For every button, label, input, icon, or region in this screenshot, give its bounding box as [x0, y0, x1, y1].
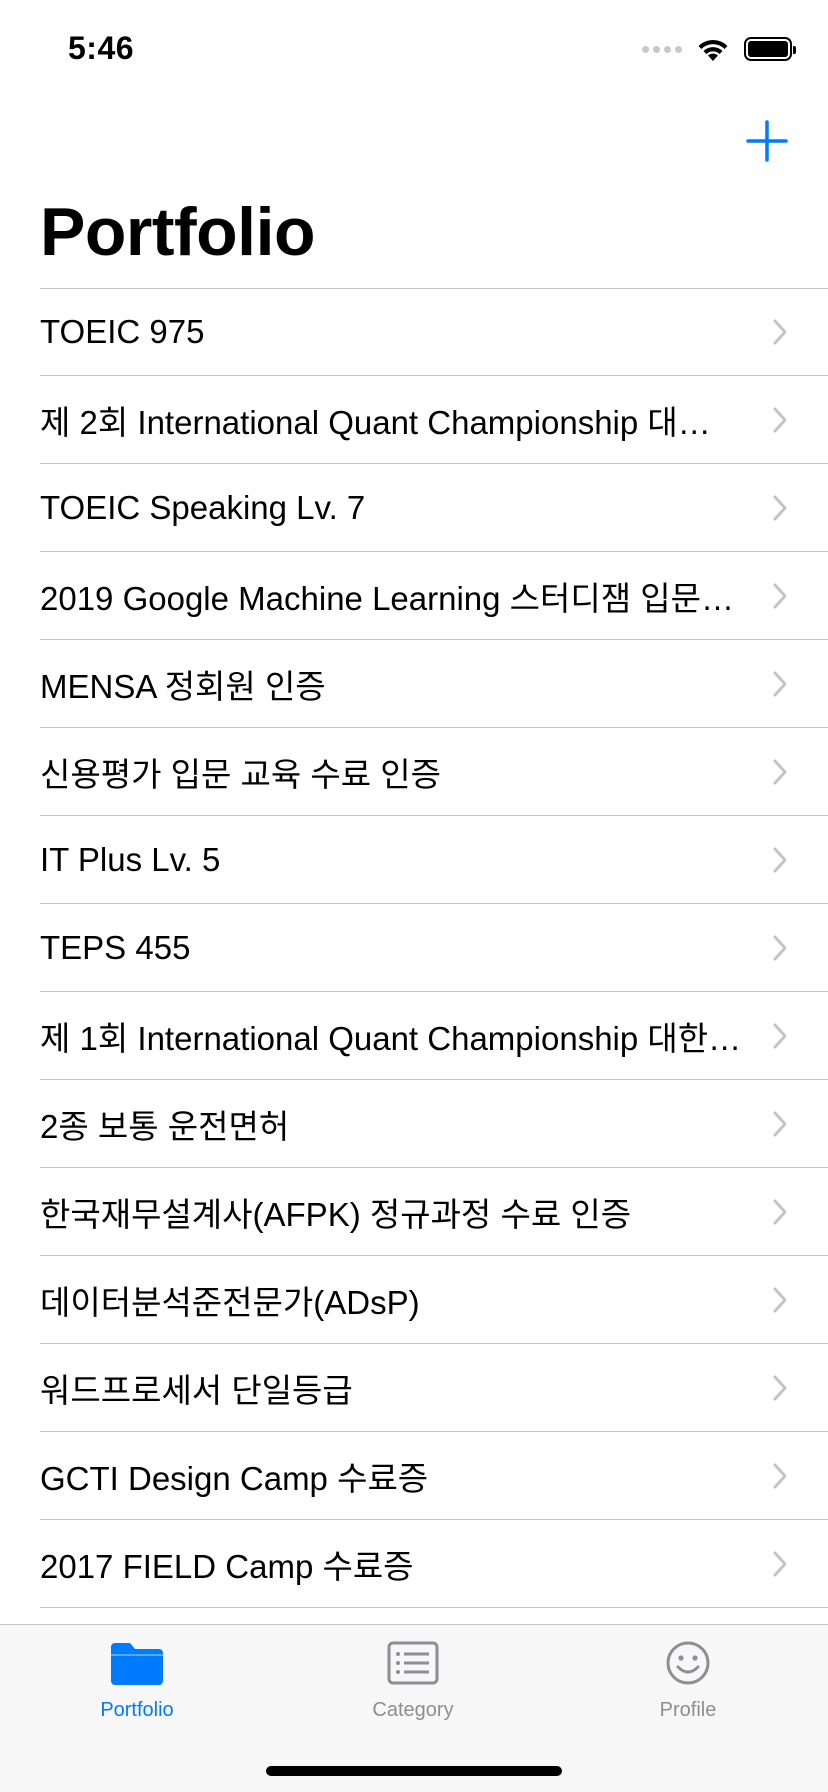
list-item[interactable]: TEPS 455: [0, 904, 828, 992]
list-item-label: 워드프로세서 단일등급: [40, 1372, 353, 1409]
tab-portfolio[interactable]: Portfolio: [67, 1639, 207, 1722]
list-item-label: TEPS 455: [40, 929, 191, 966]
list-item[interactable]: 신용평가 입문 교육 수료 인증: [0, 728, 828, 816]
chevron-right-icon: [773, 1551, 787, 1577]
chevron-right-icon: [773, 671, 787, 697]
list-item-label: 제 2회 International Quant Championship 대…: [40, 404, 711, 441]
chevron-right-icon: [773, 1375, 787, 1401]
tab-label: Profile: [659, 1699, 717, 1721]
chevron-right-icon: [773, 1287, 787, 1313]
tab-bar: Portfolio Category Profile: [0, 1624, 828, 1792]
wifi-icon: [698, 39, 728, 61]
chevron-right-icon: [773, 407, 787, 433]
tab-category[interactable]: Category: [343, 1639, 483, 1722]
status-bar: 5:46: [0, 0, 828, 96]
list-item[interactable]: 제 1회 International Quant Championship 대한…: [0, 992, 828, 1080]
battery-icon: [744, 37, 796, 61]
list-item-label: 제 1회 International Quant Championship 대한…: [40, 1020, 742, 1057]
list-item-label: GCTI Design Camp 수료증: [40, 1460, 429, 1497]
list-item-label: IT Plus Lv. 5: [40, 841, 221, 878]
chevron-right-icon: [773, 583, 787, 609]
list-item[interactable]: TOEIC Speaking Lv. 7: [0, 464, 828, 552]
portfolio-list: TOEIC 975 제 2회 International Quant Champ…: [0, 288, 828, 1608]
list-item-label: TOEIC 975: [40, 313, 205, 350]
cellular-signal-icon: [642, 45, 682, 53]
status-time: 5:46: [68, 30, 135, 66]
tab-label: Category: [372, 1699, 454, 1721]
list-item-label: 2017 FIELD Camp 수료증: [40, 1548, 414, 1585]
add-button[interactable]: [744, 118, 790, 164]
list-item[interactable]: GCTI Design Camp 수료증: [0, 1432, 828, 1520]
chevron-right-icon: [773, 847, 787, 873]
page-title: Portfolio: [40, 194, 316, 270]
list-item[interactable]: MENSA 정회원 인증: [0, 640, 828, 728]
tab-label: Portfolio: [100, 1699, 174, 1721]
list-item-label: 신용평가 입문 교육 수료 인증: [40, 756, 441, 793]
list-item[interactable]: 워드프로세서 단일등급: [0, 1344, 828, 1432]
list-icon: [387, 1641, 439, 1685]
chevron-right-icon: [773, 935, 787, 961]
list-item-label: 2019 Google Machine Learning 스터디잼 입문…: [40, 580, 734, 617]
home-indicator: [266, 1766, 562, 1776]
list-item[interactable]: 2종 보통 운전면허: [0, 1080, 828, 1168]
chevron-right-icon: [773, 495, 787, 521]
list-item-label: 한국재무설계사(AFPK) 정규과정 수료 인증: [40, 1196, 632, 1233]
list-item-label: 2종 보통 운전면허: [40, 1108, 290, 1145]
list-item[interactable]: 제 2회 International Quant Championship 대…: [0, 376, 828, 464]
smiley-icon: [666, 1641, 710, 1685]
chevron-right-icon: [773, 1111, 787, 1137]
list-item[interactable]: 2017 FIELD Camp 수료증: [0, 1520, 828, 1608]
list-item-label: MENSA 정회원 인증: [40, 668, 326, 705]
list-item-label: TOEIC Speaking Lv. 7: [40, 489, 366, 526]
list-item[interactable]: 한국재무설계사(AFPK) 정규과정 수료 인증: [0, 1168, 828, 1256]
chevron-right-icon: [773, 1023, 787, 1049]
folder-icon: [111, 1643, 163, 1685]
list-item[interactable]: TOEIC 975: [0, 288, 828, 376]
list-item-label: 데이터분석준전문가(ADsP): [40, 1284, 420, 1321]
chevron-right-icon: [773, 759, 787, 785]
list-item[interactable]: 2019 Google Machine Learning 스터디잼 입문…: [0, 552, 828, 640]
list-item[interactable]: IT Plus Lv. 5: [0, 816, 828, 904]
tab-profile[interactable]: Profile: [618, 1639, 758, 1722]
status-icons: [642, 36, 796, 62]
chevron-right-icon: [773, 1199, 787, 1225]
list-item[interactable]: 데이터분석준전문가(ADsP): [0, 1256, 828, 1344]
chevron-right-icon: [773, 319, 787, 345]
chevron-right-icon: [773, 1463, 787, 1489]
